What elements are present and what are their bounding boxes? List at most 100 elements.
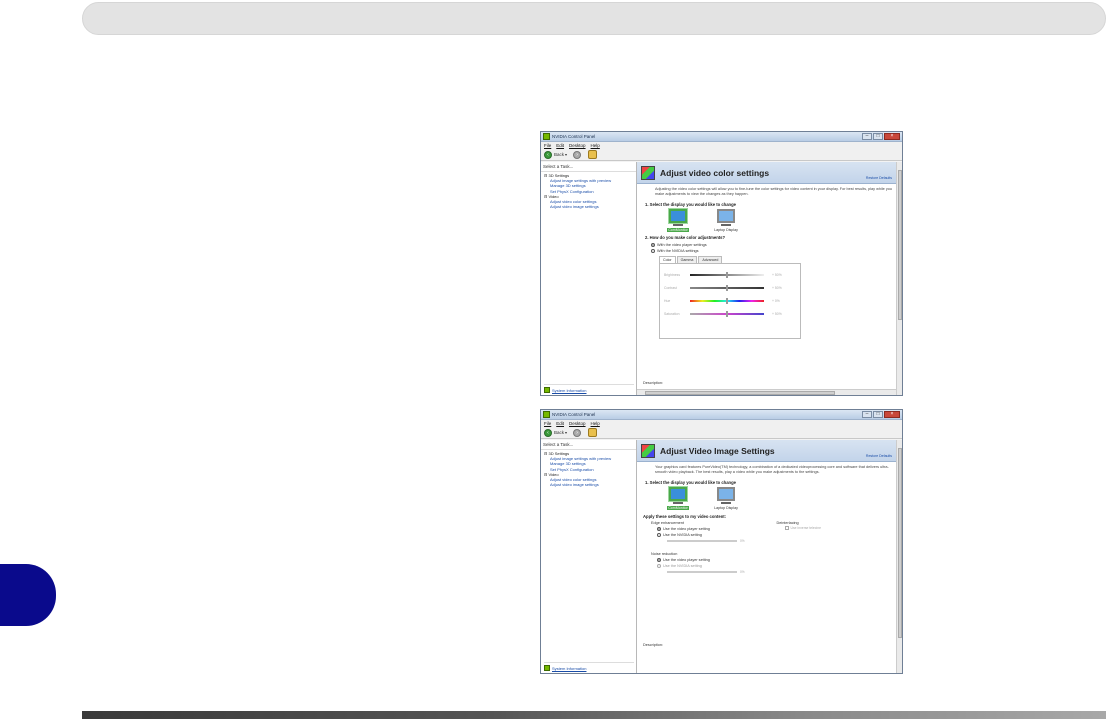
chevron-down-icon[interactable]: ▾ — [565, 430, 567, 435]
task-pane: Select a Task... ⊟ 3D Settings Adjust im… — [541, 162, 637, 395]
intro-text: Adjusting the video color settings will … — [655, 187, 892, 196]
edge-enhancement-group: Edge enhancement Use the video player se… — [651, 521, 777, 544]
slider-value: 0% — [740, 539, 745, 544]
radio-label: With the NVIDIA settings — [657, 249, 699, 254]
menu-desktop[interactable]: Desktop — [569, 421, 586, 426]
close-button[interactable]: × — [884, 132, 900, 140]
system-information: System Information — [544, 384, 634, 393]
slider-track[interactable] — [690, 310, 764, 317]
horizontal-scrollbar[interactable] — [637, 389, 896, 395]
back-arrow-icon[interactable]: ‹ — [544, 428, 552, 437]
slider-value: + 50% — [772, 285, 782, 290]
inverse-telecine-checkbox[interactable]: Use inverse telecine — [777, 526, 903, 531]
menu-edit[interactable]: Edit — [556, 143, 564, 148]
checkbox-label: Use inverse telecine — [790, 526, 822, 531]
page-banner: Adjust video color settings Restore Defa… — [637, 162, 902, 184]
slider-handle[interactable] — [726, 297, 728, 304]
display-option-laptop[interactable]: Laptop Display — [711, 487, 741, 510]
slider-value: 0% — [740, 570, 745, 575]
window-title: NVIDIA Control Panel — [552, 134, 596, 139]
close-button[interactable]: × — [884, 410, 900, 418]
back-button[interactable]: Back — [554, 430, 564, 435]
system-information: System Information — [544, 662, 634, 671]
home-icon[interactable] — [588, 150, 598, 159]
back-arrow-icon[interactable]: ‹ — [544, 150, 552, 159]
tab-advanced[interactable]: Advanced — [698, 256, 723, 264]
noise-slider: 0% — [651, 569, 781, 575]
menu-file[interactable]: File — [544, 421, 551, 426]
toolbar: ‹ Back ▾ › — [541, 149, 902, 161]
minimize-button[interactable]: – — [862, 132, 872, 140]
slider-track[interactable] — [667, 540, 737, 542]
restore-defaults-link[interactable]: Restore Defaults — [866, 176, 892, 180]
back-button[interactable]: Back — [554, 152, 564, 157]
slider-label: Brightness — [664, 272, 681, 277]
menu-bar: File Edit Desktop Help — [541, 142, 902, 149]
slider-track[interactable] — [690, 284, 764, 291]
brightness-slider: Brightness + 50% — [664, 268, 796, 281]
tab-color[interactable]: Color — [659, 256, 676, 264]
laptop-base — [721, 502, 731, 505]
slider-handle[interactable] — [726, 310, 728, 317]
scrollbar-thumb[interactable] — [898, 448, 902, 638]
nvidia-logo-icon — [543, 411, 550, 418]
contrast-slider: Contrast + 50% — [664, 281, 796, 294]
deinterlacing-group: Deinterlacing Use inverse telecine — [777, 521, 903, 544]
nvidia-control-panel-window-color: NVIDIA Control Panel – □ × File Edit Des… — [540, 131, 903, 396]
radio-label: Use the NVIDIA setting — [663, 533, 702, 538]
nvidia-control-panel-window-image: NVIDIA Control Panel – □ × File Edit Des… — [540, 409, 903, 674]
slider-handle[interactable] — [726, 284, 728, 291]
hue-slider: Hue + 0% — [664, 294, 796, 307]
forward-arrow-icon[interactable]: › — [573, 428, 582, 437]
forward-arrow-icon[interactable]: › — [573, 150, 582, 159]
menu-bar: File Edit Desktop Help — [541, 420, 902, 427]
system-information-link[interactable]: System Information — [552, 388, 586, 393]
monitor-stand — [673, 502, 683, 505]
scrollbar-thumb[interactable] — [645, 391, 835, 395]
radio-nvidia[interactable]: With the NVIDIA settings — [637, 248, 902, 254]
maximize-button[interactable]: □ — [873, 132, 883, 140]
display-option-laptop[interactable]: Laptop Display — [711, 209, 741, 232]
menu-help[interactable]: Help — [591, 421, 600, 426]
display-selector: ComMonitor Laptop Display — [637, 487, 902, 511]
system-information-link[interactable]: System Information — [552, 666, 586, 671]
minimize-button[interactable]: – — [862, 410, 872, 418]
home-icon[interactable] — [588, 428, 598, 437]
menu-edit[interactable]: Edit — [556, 421, 564, 426]
header-bar — [82, 2, 1106, 35]
window-title: NVIDIA Control Panel — [552, 412, 596, 417]
slider-value: + 50% — [772, 311, 782, 316]
tab-gamma[interactable]: Gamma — [676, 256, 698, 264]
toolbar: ‹ Back ▾ › — [541, 427, 902, 439]
intro-text: Your graphics card features PureVideo(TM… — [655, 465, 889, 474]
slider-handle[interactable] — [726, 271, 728, 278]
slider-track[interactable] — [690, 297, 764, 304]
restore-defaults-link[interactable]: Restore Defaults — [866, 454, 892, 458]
content-pane: Adjust Video Image Settings Restore Defa… — [637, 440, 902, 673]
display-label: ComMonitor — [667, 228, 689, 233]
tree-item-video-image[interactable]: Adjust video image settings — [550, 482, 599, 487]
monitor-stand — [673, 224, 683, 227]
display-option-monitor[interactable]: ComMonitor — [663, 209, 693, 233]
vertical-scrollbar[interactable] — [896, 162, 902, 395]
chevron-down-icon[interactable]: ▾ — [565, 152, 567, 157]
settings-groups: Edge enhancement Use the video player se… — [637, 521, 902, 544]
slider-track[interactable] — [690, 271, 764, 278]
radio-label: Use the video player setting — [663, 558, 710, 563]
nvidia-logo-icon — [543, 133, 550, 140]
nvidia-logo-icon — [544, 387, 550, 393]
menu-file[interactable]: File — [544, 143, 551, 148]
vertical-scrollbar[interactable] — [896, 440, 902, 673]
display-option-monitor[interactable]: ComMonitor — [663, 487, 693, 511]
laptop-base — [721, 224, 731, 227]
menu-help[interactable]: Help — [591, 143, 600, 148]
task-tree: ⊟ 3D Settings Adjust image settings with… — [541, 450, 636, 488]
scrollbar-thumb[interactable] — [898, 170, 902, 320]
menu-desktop[interactable]: Desktop — [569, 143, 586, 148]
tree-item-video-image[interactable]: Adjust video image settings — [544, 204, 633, 209]
display-label: ComMonitor — [667, 506, 689, 511]
maximize-button[interactable]: □ — [873, 410, 883, 418]
slider-track[interactable] — [667, 571, 737, 573]
footer-bar — [82, 711, 1106, 719]
slider-label: Contrast — [664, 285, 677, 290]
